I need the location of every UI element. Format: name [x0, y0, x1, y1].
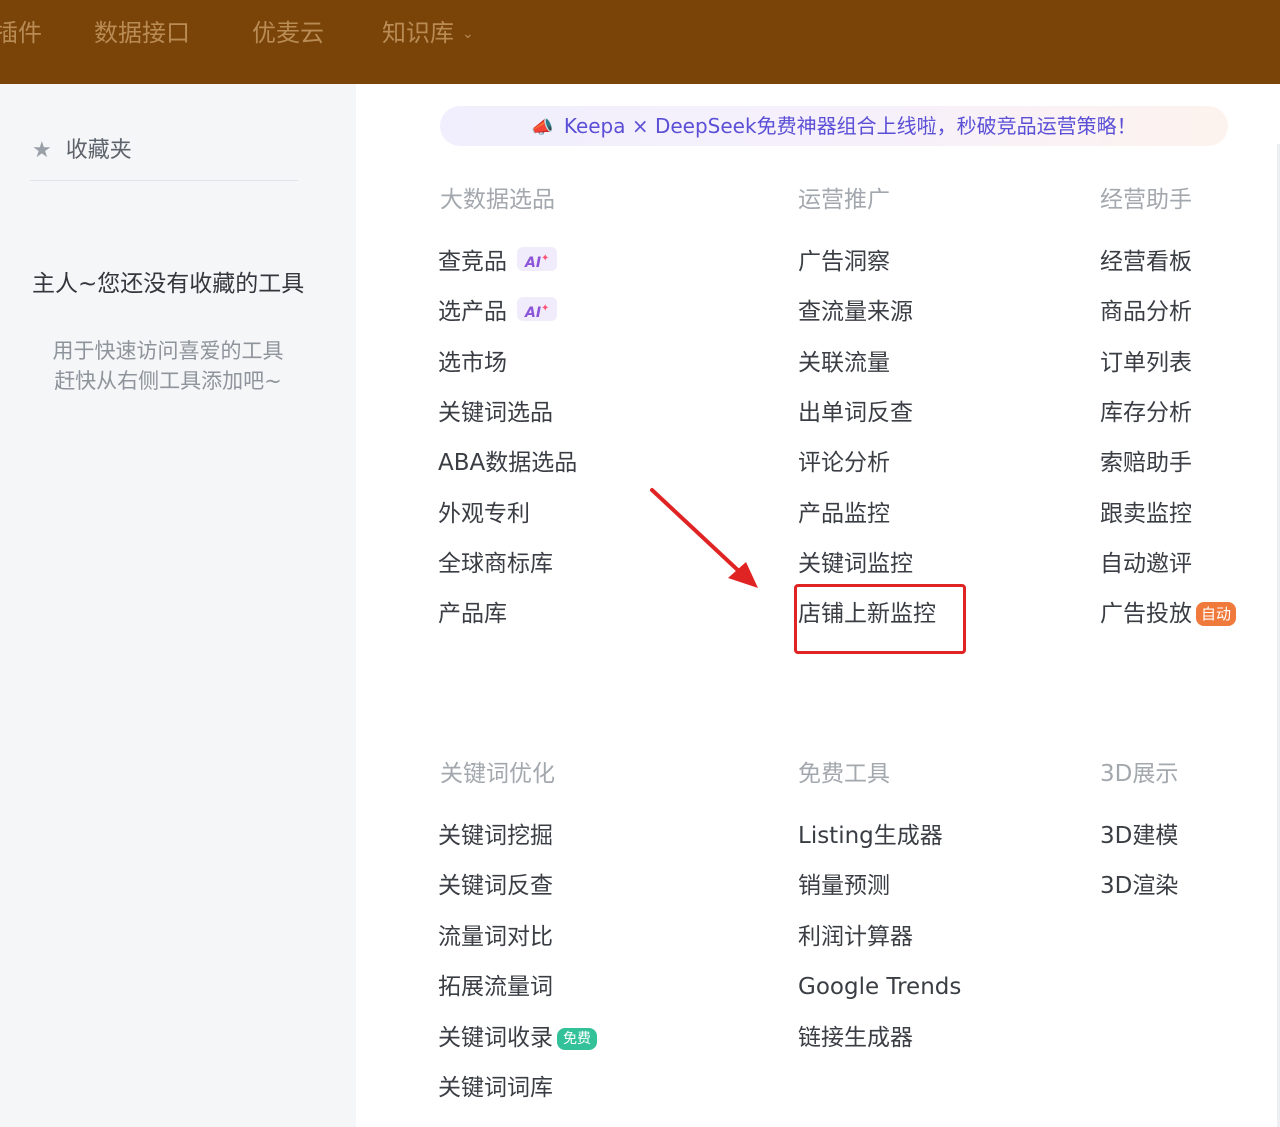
- tool-keyword-indexing[interactable]: 关键词收录 免费: [438, 1022, 597, 1054]
- tool-label: 广告投放: [1100, 601, 1192, 627]
- tool-keyword-library[interactable]: 关键词词库: [438, 1072, 553, 1104]
- promo-banner-text: Keepa × DeepSeek免费神器组合上线啦，秒破竞品运营策略！: [563, 114, 1137, 138]
- favorites-empty-desc: 用于快速访问喜爱的工具 赶快从右侧工具添加吧~: [30, 336, 306, 396]
- tool-hijacker-monitor[interactable]: 跟卖监控: [1100, 498, 1192, 530]
- tool-3d-rendering[interactable]: 3D渲染: [1100, 870, 1178, 902]
- tool-design-patent[interactable]: 外观专利: [438, 498, 530, 530]
- ai-badge: AI✦: [517, 247, 558, 271]
- section-title-bigdata: 大数据选品: [440, 187, 555, 213]
- tool-keyword-mining[interactable]: 关键词挖掘: [438, 820, 553, 852]
- section-title-ops: 经营助手: [1100, 187, 1192, 213]
- tool-check-competitor[interactable]: 查竞品 AI✦: [438, 246, 558, 278]
- nav-data-api[interactable]: 数据接口: [94, 16, 190, 50]
- chevron-down-icon: ⌄: [462, 26, 474, 42]
- free-badge: 免费: [557, 1028, 597, 1050]
- annotation-highlight-box: [794, 584, 966, 654]
- nav-plugin[interactable]: 插件: [0, 16, 42, 50]
- tool-link-generator[interactable]: 链接生成器: [798, 1022, 913, 1054]
- tool-aba-data-selection[interactable]: ABA数据选品: [438, 447, 577, 479]
- tool-listing-generator[interactable]: Listing生成器: [798, 820, 943, 852]
- tool-global-trademark[interactable]: 全球商标库: [438, 548, 553, 580]
- tool-keyword-selection[interactable]: 关键词选品: [438, 397, 553, 429]
- section-title-3d: 3D展示: [1100, 761, 1179, 787]
- promo-banner[interactable]: 📣 Keepa × DeepSeek免费神器组合上线啦，秒破竞品运营策略！: [440, 106, 1228, 146]
- tool-related-traffic[interactable]: 关联流量: [798, 347, 890, 379]
- tool-3d-modeling[interactable]: 3D建模: [1100, 820, 1178, 852]
- tool-profit-calculator[interactable]: 利润计算器: [798, 921, 913, 953]
- tool-order-list[interactable]: 订单列表: [1100, 347, 1192, 379]
- tool-label: 选产品: [438, 299, 507, 325]
- tool-select-product[interactable]: 选产品 AI✦: [438, 296, 558, 328]
- ai-badge: AI✦: [517, 297, 558, 321]
- tool-auto-review-request[interactable]: 自动邀评: [1100, 548, 1192, 580]
- star-icon: ★: [32, 138, 52, 163]
- tool-product-monitor[interactable]: 产品监控: [798, 498, 890, 530]
- tool-claim-assistant[interactable]: 索赔助手: [1100, 447, 1192, 479]
- tool-traffic-word-compare[interactable]: 流量词对比: [438, 921, 553, 953]
- top-nav-bar: 插件 数据接口 优麦云 知识库 ⌄: [0, 0, 1280, 84]
- tool-expand-traffic-words[interactable]: 拓展流量词: [438, 971, 553, 1003]
- tool-keyword-monitor[interactable]: 关键词监控: [798, 548, 913, 580]
- favorites-divider: [30, 180, 298, 181]
- auto-badge: 自动: [1196, 602, 1237, 626]
- tool-label: 查竞品: [438, 249, 507, 275]
- tool-select-market[interactable]: 选市场: [438, 347, 507, 379]
- tool-label: 关键词收录: [438, 1025, 553, 1051]
- tool-traffic-source[interactable]: 查流量来源: [798, 296, 913, 328]
- tool-business-dashboard[interactable]: 经营看板: [1100, 246, 1192, 278]
- megaphone-icon: 📣: [531, 117, 554, 138]
- tool-sales-forecast[interactable]: 销量预测: [798, 870, 890, 902]
- nav-knowledge-base-label: 知识库: [382, 19, 454, 47]
- tool-inventory-analysis[interactable]: 库存分析: [1100, 397, 1192, 429]
- nav-knowledge-base[interactable]: 知识库 ⌄: [382, 16, 474, 50]
- favorites-title: 收藏夹: [65, 138, 132, 163]
- favorites-empty-title: 主人~您还没有收藏的工具: [32, 271, 305, 297]
- tool-ad-insight[interactable]: 广告洞察: [798, 246, 890, 278]
- tool-ad-placement[interactable]: 广告投放 自动: [1100, 598, 1237, 630]
- tool-google-trends[interactable]: Google Trends: [798, 971, 961, 1003]
- tool-keyword-reverse[interactable]: 关键词反查: [438, 870, 553, 902]
- tools-panel: 📣 Keepa × DeepSeek免费神器组合上线啦，秒破竞品运营策略！ 大数据…: [356, 84, 1280, 1127]
- tool-product-analysis[interactable]: 商品分析: [1100, 296, 1192, 328]
- section-title-keyword: 关键词优化: [440, 761, 555, 787]
- nav-youmai-cloud[interactable]: 优麦云: [252, 16, 324, 50]
- favorites-header[interactable]: ★ 收藏夹: [32, 136, 132, 166]
- favorites-sidebar: ★ 收藏夹 主人~您还没有收藏的工具 用于快速访问喜爱的工具 赶快从右侧工具添加吧…: [0, 84, 356, 1127]
- tool-product-library[interactable]: 产品库: [438, 598, 507, 630]
- favorites-empty-desc-line1: 用于快速访问喜爱的工具: [52, 339, 284, 363]
- section-title-free: 免费工具: [798, 761, 890, 787]
- favorites-empty-desc-line2: 赶快从右侧工具添加吧~: [54, 369, 282, 393]
- section-title-promo: 运营推广: [798, 187, 890, 213]
- annotation-arrow: [650, 488, 758, 588]
- tool-order-keyword-reverse[interactable]: 出单词反查: [798, 397, 913, 429]
- tool-review-analysis[interactable]: 评论分析: [798, 447, 890, 479]
